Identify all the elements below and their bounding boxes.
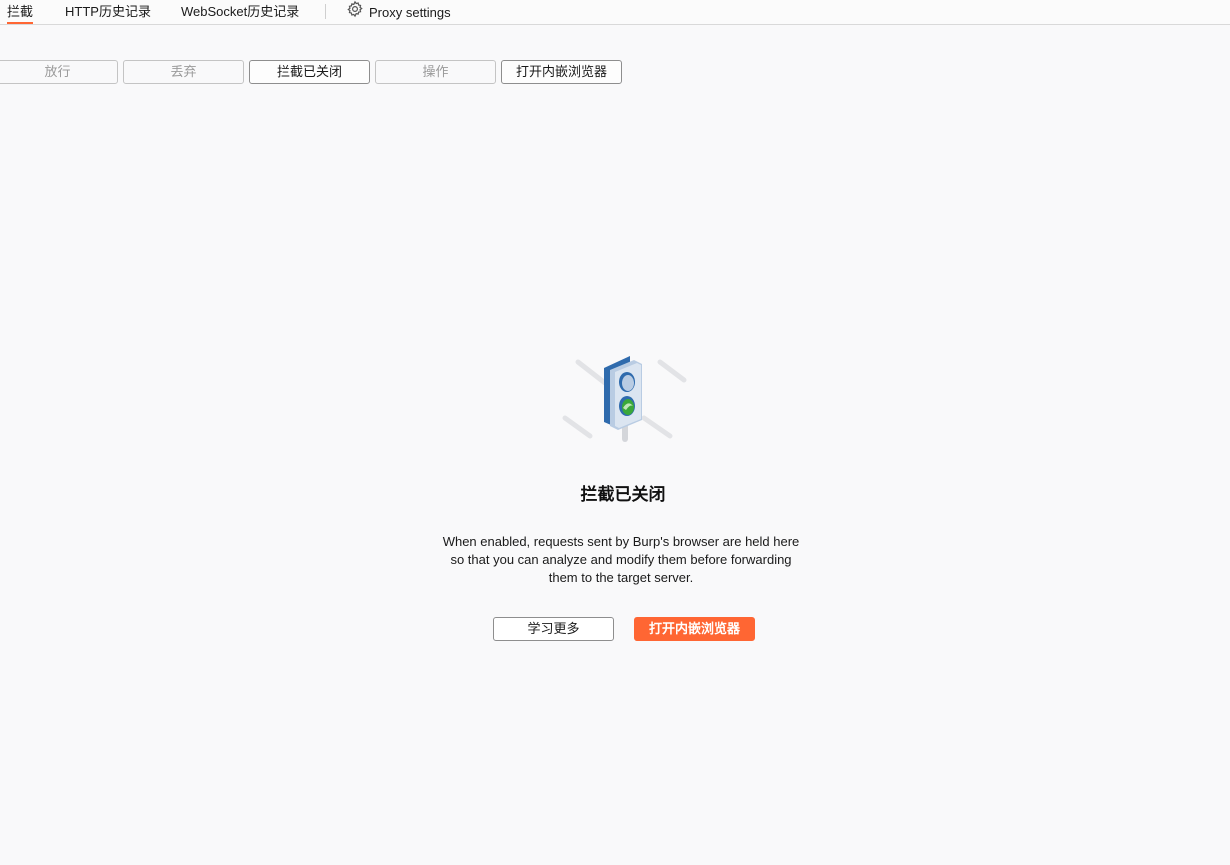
open-browser-button[interactable]: 打开内嵌浏览器 <box>501 60 622 84</box>
intercept-toggle-button[interactable]: 拦截已关闭 <box>249 60 370 84</box>
description-line: them to the target server. <box>548 570 694 585</box>
description-line: When enabled, requests sent by Burp's br… <box>442 534 800 549</box>
open-embedded-browser-button[interactable]: 打开内嵌浏览器 <box>634 617 755 641</box>
description-line: so that you can analyze and modify them … <box>450 552 792 567</box>
intercept-description: When enabled, requests sent by Burp's br… <box>415 533 827 587</box>
learn-more-button[interactable]: 学习更多 <box>493 617 614 641</box>
tab-http-history[interactable]: HTTP历史记录 <box>65 0 151 24</box>
gear-icon <box>346 0 364 25</box>
tab-proxy-settings[interactable]: Proxy settings <box>346 0 451 24</box>
forward-button[interactable]: 放行 <box>0 60 118 84</box>
proxy-settings-label: Proxy settings <box>369 4 451 20</box>
traffic-light-icon <box>560 350 690 445</box>
action-button[interactable]: 操作 <box>375 60 496 84</box>
drop-button[interactable]: 丢弃 <box>123 60 244 84</box>
intercept-off-title: 拦截已关闭 <box>580 485 666 504</box>
tab-intercept[interactable]: 拦截 <box>7 0 34 24</box>
proxy-tab-bar: 拦截 HTTP历史记录 WebSocket历史记录 Proxy settings <box>0 0 1230 25</box>
tab-websocket-history[interactable]: WebSocket历史记录 <box>181 0 299 24</box>
tab-divider <box>325 4 326 19</box>
